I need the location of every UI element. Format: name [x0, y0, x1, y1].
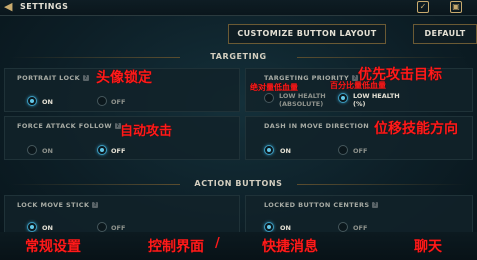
section-header-targeting: TARGETING: [0, 52, 477, 62]
dash-off-radio[interactable]: [338, 145, 348, 155]
force-attack-follow-title: FORCE ATTACK FOLLOW?: [17, 122, 121, 130]
dash-in-move-direction-title: DASH IN MOVE DIRECTION: [264, 122, 370, 130]
info-icon[interactable]: ?: [372, 202, 379, 208]
checklist-icon[interactable]: ✓: [417, 1, 429, 13]
portrait-lock-on-radio[interactable]: [27, 96, 37, 106]
customize-button-layout-button[interactable]: CUSTOMIZE BUTTON LAYOUT: [228, 24, 386, 44]
default-button[interactable]: DEFAULT: [413, 24, 477, 44]
locked-centers-off-radio[interactable]: [338, 222, 348, 232]
info-icon[interactable]: ?: [83, 75, 90, 81]
lock-move-stick-off-label: OFF: [111, 224, 126, 232]
locked-centers-on-label: ON: [280, 224, 291, 232]
low-health-percent-radio[interactable]: [338, 93, 348, 103]
settings-screen: ◀ SETTINGS ✓ ▣ CUSTOMIZE BUTTON LAYOUT D…: [0, 0, 477, 260]
annotation-low-health-absolute: 绝对量低血量: [250, 83, 298, 92]
annotation-force-attack-follow: 自动攻击: [120, 124, 173, 139]
info-icon[interactable]: ?: [92, 202, 99, 208]
force-attack-follow-off-label: OFF: [111, 147, 126, 155]
lock-move-stick-on-radio[interactable]: [27, 222, 37, 232]
lock-move-stick-off-radio[interactable]: [97, 222, 107, 232]
portrait-lock-off-label: OFF: [111, 98, 126, 106]
annotation-general-settings: 常规设置: [25, 239, 81, 255]
portrait-lock-off-radio[interactable]: [97, 96, 107, 106]
low-health-percent-label: LOW HEALTH (%): [353, 92, 400, 108]
back-arrow-icon[interactable]: ◀: [4, 1, 14, 13]
dash-on-radio[interactable]: [264, 145, 274, 155]
annotation-control-ui: 控制界面: [148, 239, 204, 255]
locked-button-centers-title: LOCKED BUTTON CENTERS?: [264, 201, 379, 209]
locked-centers-on-radio[interactable]: [264, 222, 274, 232]
force-attack-follow-on-label: ON: [42, 147, 53, 155]
page-title: SETTINGS: [20, 2, 69, 11]
force-attack-follow-off-radio[interactable]: [97, 145, 107, 155]
lock-move-stick-title: LOCK MOVE STICK?: [17, 201, 99, 209]
annotation-low-health-percent: 百分比量低血量: [330, 81, 386, 90]
locked-centers-off-label: OFF: [353, 224, 368, 232]
annotation-portrait-lock: 头像锁定: [96, 70, 152, 86]
low-health-absolute-label: LOW HEALTH (ABSOLUTE): [279, 92, 326, 108]
lock-move-stick-on-label: ON: [42, 224, 53, 232]
top-bar: ◀ SETTINGS ✓ ▣: [0, 0, 477, 16]
dash-off-label: OFF: [353, 147, 368, 155]
portrait-lock-on-label: ON: [42, 98, 53, 106]
annotation-quick-chat: 快捷消息: [262, 239, 318, 255]
portrait-lock-title: PORTRAIT LOCK?: [17, 74, 90, 82]
annotation-last: 聊天: [414, 239, 442, 255]
annotation-slash-mark: /: [215, 236, 220, 251]
force-attack-follow-on-radio[interactable]: [27, 145, 37, 155]
annotation-dash-direction: 位移技能方向: [374, 121, 458, 137]
dash-on-label: ON: [280, 147, 291, 155]
low-health-absolute-radio[interactable]: [264, 93, 274, 103]
section-header-action-buttons: ACTION BUTTONS: [0, 179, 477, 189]
store-icon[interactable]: ▣: [450, 1, 462, 13]
